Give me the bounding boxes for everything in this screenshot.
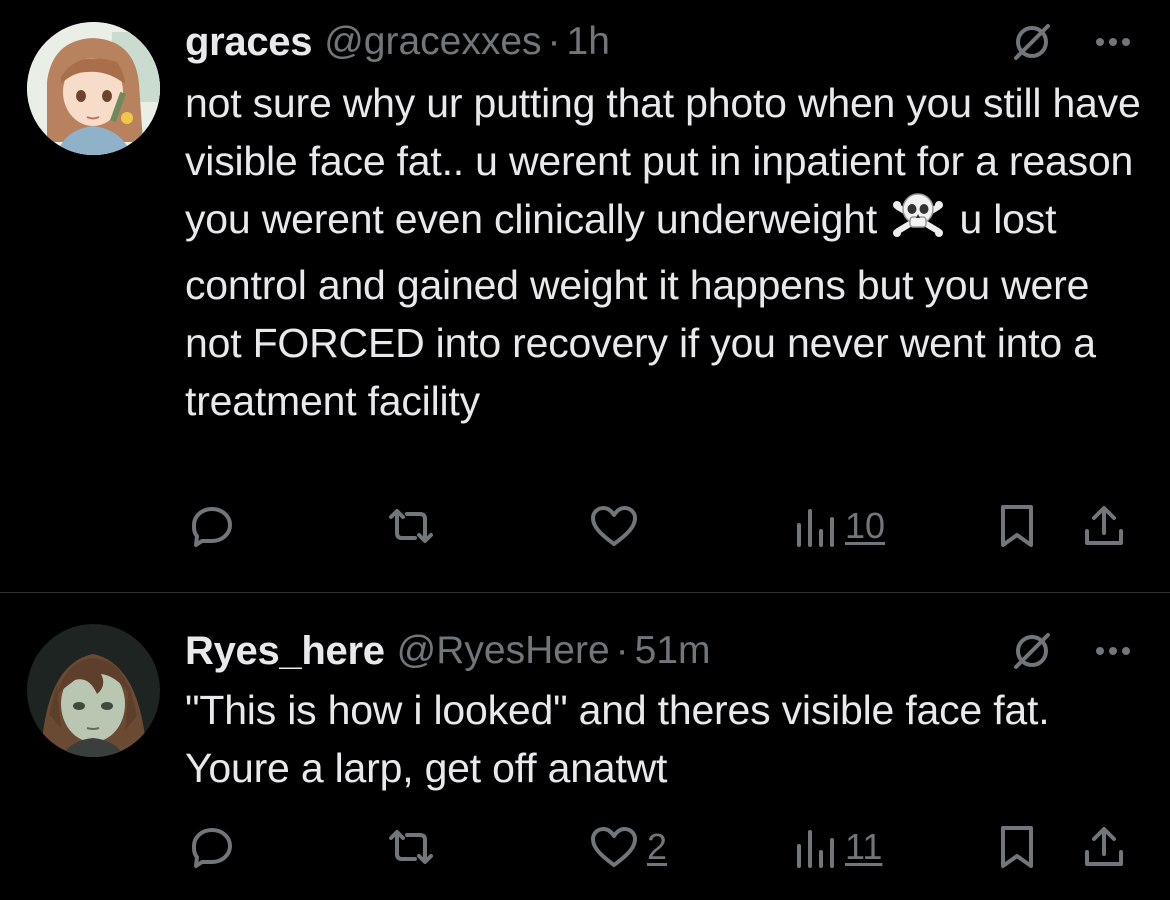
view-count: 10	[845, 505, 886, 546]
analytics-icon	[793, 503, 837, 549]
tweet-actions: 10	[185, 498, 1145, 554]
tweet-text: "This is how i looked" and theres visibl…	[185, 687, 1050, 791]
skull-and-crossbones-icon	[892, 191, 944, 256]
views-button[interactable]: 10	[793, 498, 885, 554]
reply-icon	[189, 824, 235, 870]
separator-dot: ·	[547, 20, 561, 63]
like-button[interactable]	[589, 498, 647, 554]
retweet-button[interactable]	[383, 498, 447, 554]
user-handle[interactable]: @RyesHere	[397, 629, 610, 673]
share-button[interactable]	[1081, 498, 1127, 554]
retweet-icon	[383, 503, 439, 549]
analytics-icon	[793, 824, 837, 870]
retweet-icon	[383, 824, 439, 870]
grok-icon[interactable]	[1010, 20, 1054, 64]
more-options-icon[interactable]	[1094, 36, 1132, 48]
reply-button[interactable]	[189, 819, 243, 875]
heart-icon	[589, 503, 639, 549]
views-button[interactable]: 11	[793, 819, 882, 875]
share-button[interactable]	[1081, 819, 1127, 875]
avatar[interactable]	[27, 624, 160, 757]
bookmark-button[interactable]	[997, 819, 1037, 875]
view-count: 11	[845, 826, 883, 867]
more-options-icon[interactable]	[1094, 645, 1132, 657]
header-actions	[1010, 627, 1132, 675]
anime-girl-avatar-icon	[27, 22, 160, 155]
tweet-text: not sure why ur putting that photo when …	[185, 74, 1150, 430]
bookmark-icon	[997, 824, 1037, 870]
timestamp[interactable]: 51m	[635, 629, 711, 673]
tweet-actions: 2 11	[185, 819, 1145, 875]
bookmark-button[interactable]	[997, 498, 1037, 554]
grok-icon[interactable]	[1010, 629, 1054, 673]
display-name[interactable]: Ryes_here	[185, 629, 385, 674]
share-icon	[1081, 824, 1127, 870]
like-button[interactable]: 2	[589, 819, 667, 875]
tweet-header: Ryes_here @RyesHere · 51m	[185, 627, 1140, 675]
timestamp[interactable]: 1h	[567, 20, 610, 64]
reply-button[interactable]	[189, 498, 243, 554]
avatar[interactable]	[27, 22, 160, 155]
reply-icon	[189, 503, 235, 549]
like-count: 2	[647, 826, 668, 867]
tweet-header: graces @gracexxes · 1h	[185, 18, 1140, 66]
retweet-button[interactable]	[383, 819, 447, 875]
tweet[interactable]: graces @gracexxes · 1h not sure why ur p…	[0, 0, 1170, 592]
tweet[interactable]: Ryes_here @RyesHere · 51m "This is how i…	[0, 593, 1170, 900]
bookmark-icon	[997, 503, 1037, 549]
heart-icon	[589, 824, 639, 870]
display-name[interactable]: graces	[185, 20, 312, 65]
anime-character-avatar-icon	[27, 624, 160, 757]
share-icon	[1081, 503, 1127, 549]
user-handle[interactable]: @gracexxes	[324, 20, 541, 64]
separator-dot: ·	[615, 629, 629, 672]
header-actions	[1010, 18, 1132, 66]
